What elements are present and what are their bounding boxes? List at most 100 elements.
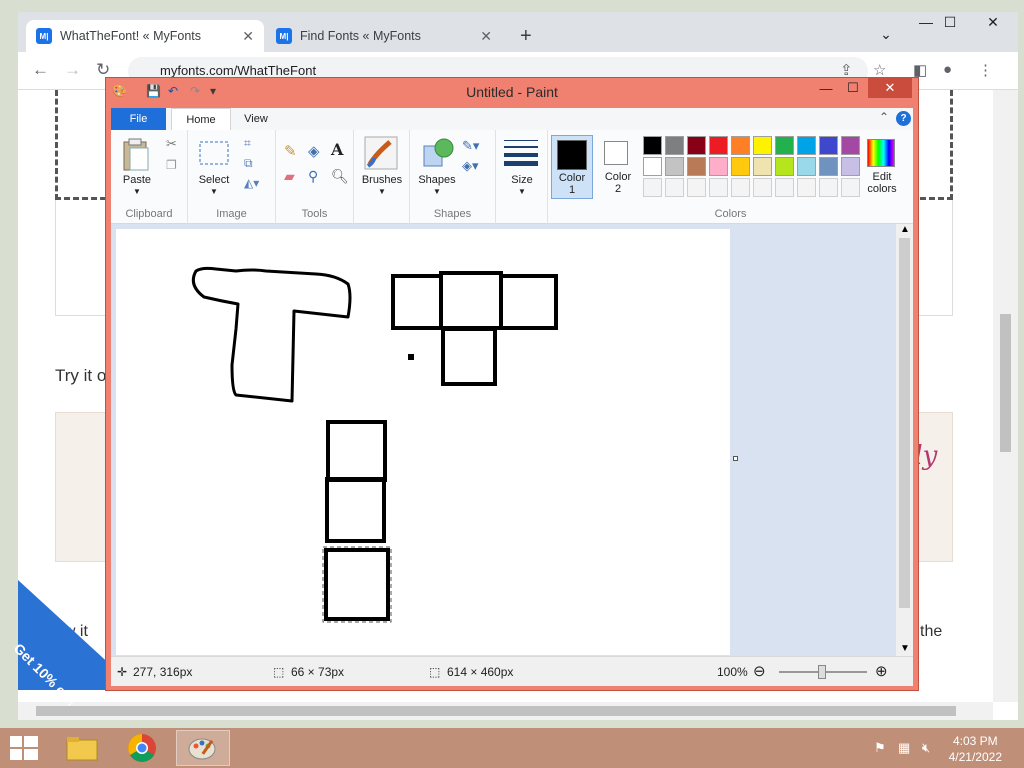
palette-color-swatch[interactable] [819,157,838,176]
select-icon[interactable] [198,140,230,168]
tab-search-icon[interactable]: ⌄ [866,22,906,46]
custom-color-slot[interactable] [775,178,794,197]
palette-color-swatch[interactable] [797,157,816,176]
brushes-label[interactable]: Brushes [354,174,410,186]
palette-color-swatch[interactable] [643,157,662,176]
brushes-icon[interactable] [364,136,398,170]
palette-color-swatch[interactable] [775,136,794,155]
menu-dots-icon[interactable]: ⋮ [978,61,993,79]
minimize-icon[interactable]: — [812,78,840,98]
tab-file[interactable]: File [111,108,166,130]
size-dropdown-icon[interactable]: ▼ [496,187,548,196]
palette-color-swatch[interactable] [775,157,794,176]
custom-color-slot[interactable] [643,178,662,197]
brushes-dropdown-icon[interactable]: ▼ [354,187,410,196]
palette-color-swatch[interactable] [731,157,750,176]
collapse-ribbon-icon[interactable]: ⌃ [879,110,889,124]
rotate-icon[interactable]: ◭▾ [244,176,259,190]
custom-color-slot[interactable] [687,178,706,197]
eraser-icon[interactable]: ▰ [284,168,295,185]
cut-icon[interactable]: ✂ [166,136,177,152]
zoom-in-icon[interactable]: ⊕ [875,662,888,680]
scroll-thumb[interactable] [1000,314,1011,452]
page-horizontal-scrollbar[interactable] [18,702,993,720]
close-window-icon[interactable]: ✕ [973,10,1013,34]
pencil-icon[interactable]: ✎ [284,142,297,160]
palette-color-swatch[interactable] [687,157,706,176]
palette-color-swatch[interactable] [819,136,838,155]
page-vertical-scrollbar[interactable] [993,90,1018,702]
color-picker-icon[interactable]: ⚲ [308,168,318,185]
close-tab-icon[interactable]: ✕ [242,28,254,45]
size-label[interactable]: Size [496,174,548,186]
palette-color-swatch[interactable] [709,157,728,176]
text-tool-icon[interactable]: A [331,140,343,159]
custom-color-slot[interactable] [753,178,772,197]
color1-button[interactable]: Color 1 [551,135,593,199]
shapes-dropdown-icon[interactable]: ▼ [412,187,462,196]
magnifier-icon[interactable]: 🔍︎ [331,168,349,185]
file-explorer-icon[interactable] [55,730,109,766]
crop-icon[interactable]: ⌗ [244,136,251,151]
chrome-icon[interactable] [115,730,169,766]
custom-color-slot[interactable] [797,178,816,197]
scroll-thumb[interactable] [899,238,910,608]
tab-whatthefont[interactable]: M| WhatTheFont! « MyFonts ✕ [26,20,264,52]
resize-icon[interactable]: ⧉ [244,156,253,171]
forward-icon[interactable]: → [64,60,81,80]
palette-color-swatch[interactable] [731,136,750,155]
palette-color-swatch[interactable] [665,157,684,176]
paste-label[interactable]: Paste [117,174,157,186]
canvas-vertical-scrollbar[interactable]: ▲ ▼ [896,224,913,656]
system-clock[interactable]: 4:03 PM 4/21/2022 [949,733,1002,765]
palette-color-swatch[interactable] [709,136,728,155]
canvas-resize-handle[interactable] [733,456,738,461]
maximize-icon[interactable]: ☐ [930,10,970,34]
palette-color-swatch[interactable] [753,136,772,155]
fill-icon[interactable]: ◈▾ [462,158,479,174]
scroll-thumb[interactable] [36,706,956,716]
profile-avatar-icon[interactable]: ● [943,61,952,78]
network-icon[interactable]: ▦ [898,740,910,756]
help-icon[interactable]: ? [896,111,911,126]
paste-dropdown-icon[interactable]: ▼ [117,187,157,196]
select-label[interactable]: Select [194,174,234,186]
tab-home[interactable]: Home [171,108,231,130]
size-icon[interactable] [504,138,538,166]
shapes-label[interactable]: Shapes [412,174,462,186]
drawing-canvas[interactable] [116,229,730,655]
edit-colors-button[interactable]: Edit colors [858,135,906,199]
palette-color-swatch[interactable] [687,136,706,155]
back-icon[interactable]: ← [32,60,49,80]
maximize-icon[interactable]: ☐ [840,78,866,98]
shapes-icon[interactable] [420,136,454,170]
close-window-icon[interactable]: ✕ [868,78,912,98]
palette-color-swatch[interactable] [665,136,684,155]
paint-taskbar-icon[interactable] [176,730,230,766]
palette-color-swatch[interactable] [753,157,772,176]
start-windows-icon[interactable] [10,736,38,762]
fill-bucket-icon[interactable]: ◈ [308,142,320,160]
flag-notification-icon[interactable]: ⚑ [874,740,886,756]
selection-outline[interactable] [322,546,392,623]
color2-button[interactable]: Color 2 [598,135,640,199]
custom-color-slot[interactable] [709,178,728,197]
select-dropdown-icon[interactable]: ▼ [194,187,234,196]
close-tab-icon[interactable]: ✕ [480,28,492,45]
volume-muted-icon[interactable]: 🔇︎ [922,740,930,756]
custom-color-slot[interactable] [665,178,684,197]
zoom-out-icon[interactable]: ⊖ [753,662,766,680]
outline-icon[interactable]: ✎▾ [462,138,479,154]
custom-color-slot[interactable] [731,178,750,197]
palette-color-swatch[interactable] [643,136,662,155]
paste-icon[interactable] [121,138,151,172]
custom-color-slot[interactable] [819,178,838,197]
zoom-slider-thumb[interactable] [818,665,826,679]
scroll-up-icon[interactable]: ▲ [900,224,910,235]
scroll-down-icon[interactable]: ▼ [900,643,910,654]
new-tab-button[interactable]: + [510,20,540,52]
tab-view[interactable]: View [234,108,278,130]
tab-find-fonts[interactable]: M| Find Fonts « MyFonts ✕ [266,20,502,52]
copy-icon[interactable]: ❐ [166,158,177,172]
palette-color-swatch[interactable] [797,136,816,155]
